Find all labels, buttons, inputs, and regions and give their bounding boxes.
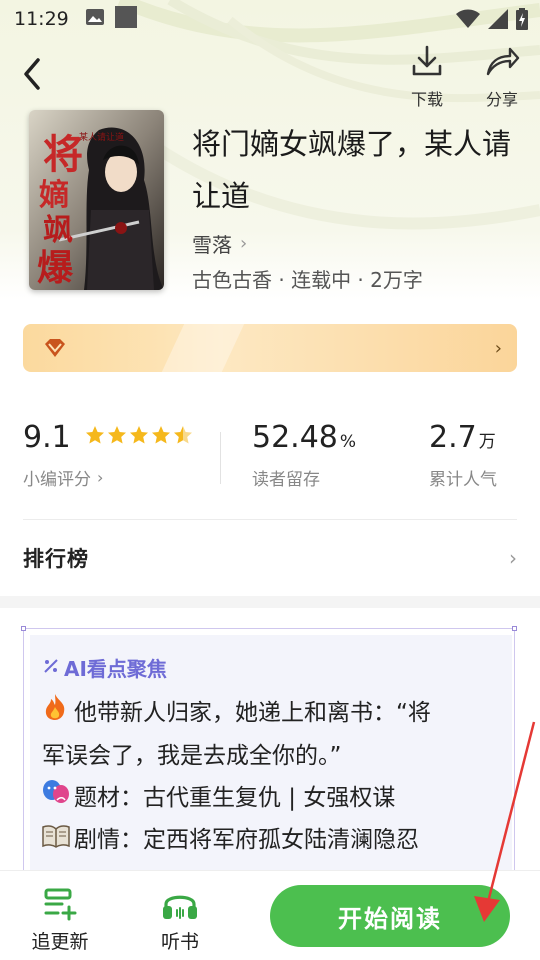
back-button[interactable] <box>16 54 50 94</box>
chevron-right-icon: › <box>97 468 104 487</box>
popularity-value: 2.7 <box>429 420 477 455</box>
popularity-label: 累计人气 <box>429 470 497 490</box>
share-button[interactable]: 分享 <box>474 44 530 110</box>
author-name: 雪落 <box>192 233 232 257</box>
gallery-notification-icon <box>85 8 105 30</box>
download-button[interactable]: 下载 <box>399 44 455 110</box>
fire-icon <box>42 693 70 735</box>
signal-icon <box>488 9 508 33</box>
wifi-icon <box>456 9 480 33</box>
banner-chevron-right-icon: › <box>494 338 502 359</box>
book-cover[interactable]: 将 嫡 飒 爆 某人请让道 <box>29 110 164 290</box>
chevron-right-icon: › <box>240 233 248 254</box>
ai-focus-title: AI看点聚焦 <box>64 657 167 681</box>
retention-label: 读者留存 <box>252 470 320 490</box>
headphones-icon <box>163 895 197 919</box>
share-label: 分享 <box>485 90 518 109</box>
download-label: 下载 <box>410 90 443 109</box>
ai-focus-line: 剧情：定西将军府孤女陆清澜隐忍 <box>42 819 502 862</box>
book-title: 将门嫡女飒爆了，某人请让道 <box>192 127 512 213</box>
selection-handle <box>21 626 26 631</box>
app-notification-icon <box>114 6 137 32</box>
ai-focus-line: 题材：古代重生复仇 | 女强权谋 <box>42 777 502 820</box>
book-icon <box>42 820 70 862</box>
follow-updates-icon <box>44 888 77 921</box>
follow-updates-button[interactable]: 追更新 <box>20 887 100 954</box>
ai-focus-line: 他带新人归家，她递上和离书：“将 <box>42 692 502 735</box>
retention-value: 52.48 <box>252 420 338 455</box>
book-meta: 古色古香 · 连载中 · 2万字 <box>192 268 423 292</box>
svg-text:某人请让道: 某人请让道 <box>79 131 124 143</box>
banner-highlight <box>161 324 245 372</box>
ai-focus-line-text: 剧情：定西将军府孤女陆清澜隐忍 <box>74 827 419 853</box>
rating-stat: 9.1 小编评分 › <box>23 420 193 490</box>
start-reading-button[interactable]: 开始阅读 <box>270 885 510 947</box>
ai-focus-header: AI看点聚焦 <box>42 653 502 682</box>
bottom-action-bar: 追更新 听书 开始阅读 <box>0 870 540 960</box>
vip-banner[interactable] <box>23 324 517 372</box>
star-icon <box>151 426 170 444</box>
listen-button[interactable]: 听书 <box>140 887 220 954</box>
retention-stat: 52.48 % 读者留存 <box>252 420 356 490</box>
section-separator <box>0 596 540 608</box>
rating-label-link[interactable]: 小编评分 › <box>23 465 193 490</box>
chevron-left-icon <box>24 58 40 90</box>
follow-updates-label: 追更新 <box>31 931 89 953</box>
svg-text:将: 将 <box>43 131 83 178</box>
share-icon <box>486 47 520 76</box>
section-divider <box>23 519 517 520</box>
retention-unit: % <box>339 432 357 452</box>
svg-text:飒: 飒 <box>43 213 73 248</box>
star-icon <box>129 426 148 444</box>
ai-focus-content: AI看点聚焦 他带新人归家，她递上和离书：“将 军误会了，我是去成全你的。” 题… <box>30 635 512 887</box>
half-star-icon <box>173 426 192 444</box>
ai-focus-line-text: 军误会了，我是去成全你的。” <box>42 742 342 769</box>
diamond-icon <box>44 338 66 362</box>
ranking-row[interactable]: 排行榜 › <box>23 530 517 586</box>
ai-focus-line-text: 题材：古代重生复仇 | 女强权谋 <box>74 784 396 811</box>
chevron-right-icon: › <box>509 546 517 570</box>
svg-text:爆: 爆 <box>37 247 74 289</box>
book-cover-image: 将 嫡 飒 爆 某人请让道 <box>29 110 164 290</box>
rating-value: 9.1 <box>23 420 71 455</box>
selection-handle <box>512 626 517 631</box>
battery-icon <box>516 8 528 34</box>
popularity-stat: 2.7 万 累计人气 <box>429 420 497 490</box>
rating-stars <box>85 425 193 445</box>
download-icon <box>412 45 442 76</box>
ai-focus-line: 军误会了，我是去成全你的。” <box>42 735 502 777</box>
sparkle-icon <box>42 656 60 680</box>
author-link[interactable]: 雪落 › <box>192 229 247 258</box>
status-bar: 11:29 <box>0 0 540 38</box>
stat-divider <box>220 432 221 484</box>
theater-masks-icon <box>42 777 70 819</box>
rating-label: 小编评分 <box>23 470 91 490</box>
ranking-label: 排行榜 <box>23 547 89 571</box>
status-time: 11:29 <box>14 8 69 30</box>
book-detail-screen: 11:29 下载 分享 将 嫡 飒 爆 某人请让道 将门嫡女飒爆了，某人请让道 … <box>0 0 540 960</box>
star-icon <box>107 426 126 444</box>
ai-focus-line-text: 他带新人归家，她递上和离书：“将 <box>74 700 431 726</box>
star-icon <box>85 426 104 444</box>
svg-text:嫡: 嫡 <box>39 178 69 213</box>
popularity-unit: 万 <box>478 432 496 452</box>
listen-label: 听书 <box>160 931 199 953</box>
ai-focus-card[interactable]: AI看点聚焦 他带新人归家，她递上和离书：“将 军误会了，我是去成全你的。” 题… <box>21 626 517 888</box>
